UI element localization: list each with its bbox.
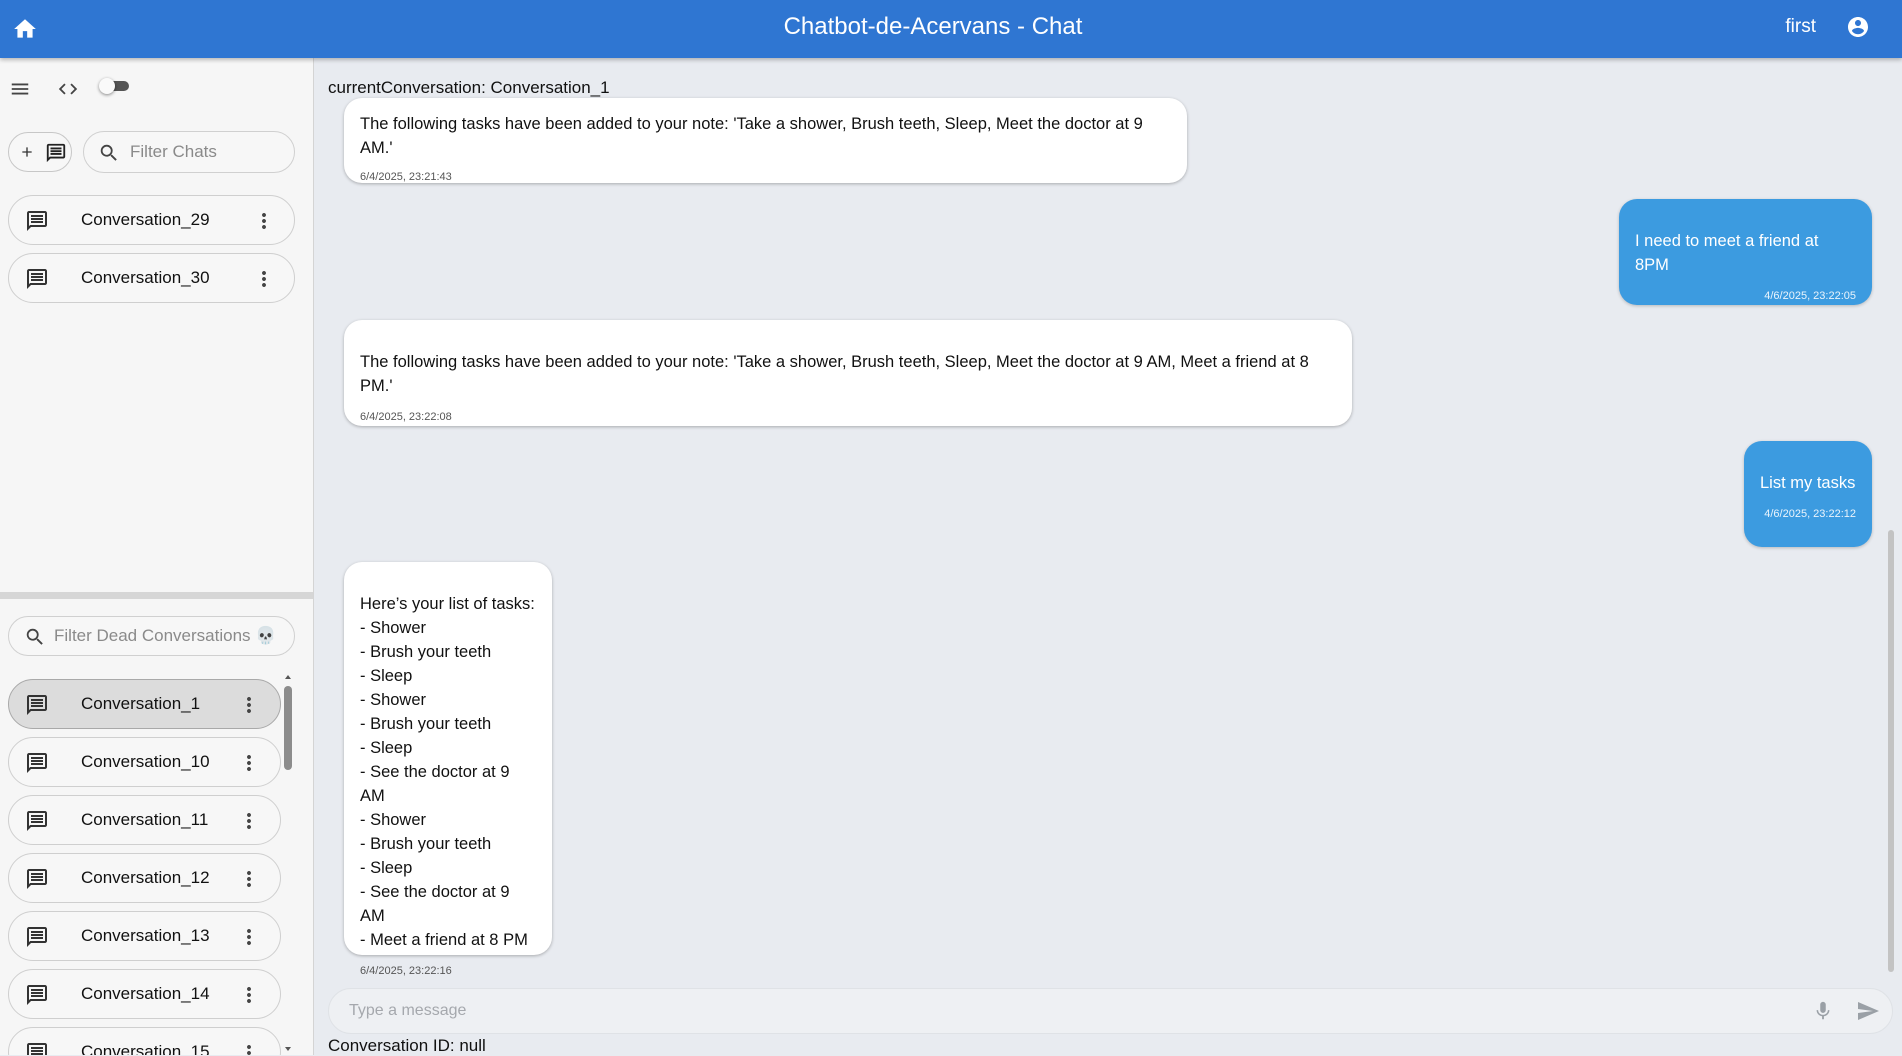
plus-icon xyxy=(22,147,32,157)
dead-conversation-label: Conversation_1 xyxy=(81,694,201,713)
chat-icon xyxy=(27,869,47,889)
dead-conversation-item[interactable]: Conversation_12 xyxy=(8,853,281,903)
chat-icon xyxy=(27,985,47,1005)
message-timestamp: 4/6/2025, 23:22:12 xyxy=(1764,508,1856,520)
more-vert-icon[interactable] xyxy=(237,693,261,717)
chat-area: currentConversation: Conversation_1 The … xyxy=(314,58,1902,1055)
chat-icon xyxy=(27,1043,47,1055)
filter-dead-conversations-input[interactable]: Filter Dead Conversations 💀 xyxy=(8,616,295,656)
page-title: Chatbot-de-Acervans - Chat xyxy=(783,13,1083,40)
scrollbar-thumb[interactable] xyxy=(284,686,292,770)
username-label: first xyxy=(1785,16,1816,37)
bot-message: The following tasks have been added to y… xyxy=(344,98,1187,183)
dead-conversation-label: Conversation_15 xyxy=(81,1042,210,1055)
conversation-id-label: Conversation ID: null xyxy=(328,1036,486,1055)
current-conversation-label: currentConversation: Conversation_1 xyxy=(328,78,610,97)
bot-message: The following tasks have been added to y… xyxy=(344,320,1352,426)
dead-conversation-label: Conversation_10 xyxy=(81,752,210,771)
chat-item-label: Conversation_30 xyxy=(81,268,210,287)
code-icon[interactable] xyxy=(56,78,80,100)
app-bar: Chatbot-de-Acervans - Chat first xyxy=(0,0,1902,58)
filter-chats-placeholder: Filter Chats xyxy=(130,142,217,161)
scroll-down-arrow-icon[interactable] xyxy=(284,1045,292,1053)
search-icon xyxy=(26,628,43,645)
menu-icon[interactable] xyxy=(9,78,31,100)
chat-icon xyxy=(27,211,47,231)
user-message: List my tasks 4/6/2025, 23:22:12 xyxy=(1744,441,1872,547)
message-text: The following tasks have been added to y… xyxy=(360,115,1143,157)
more-vert-icon[interactable] xyxy=(237,983,261,1007)
message-text: I need to meet a friend at 8PM xyxy=(1635,232,1819,274)
more-vert-icon[interactable] xyxy=(237,925,261,949)
chat-item[interactable]: Conversation_30 xyxy=(8,253,295,303)
scroll-up-arrow-icon[interactable] xyxy=(284,673,292,681)
chat-icon xyxy=(27,927,47,947)
more-vert-icon[interactable] xyxy=(237,867,261,891)
dead-conversations-list: Conversation_1 Conversation_10 Conversat… xyxy=(0,673,284,1055)
message-text: The following tasks have been added to y… xyxy=(360,353,1309,395)
dead-conversation-label: Conversation_13 xyxy=(81,926,210,945)
dead-list-scrollbar[interactable] xyxy=(283,673,293,1055)
filter-dead-placeholder: Filter Dead Conversations 💀 xyxy=(54,626,277,645)
user-message: I need to meet a friend at 8PM 4/6/2025,… xyxy=(1619,199,1872,305)
chat-icon xyxy=(46,143,66,163)
new-chat-button[interactable] xyxy=(8,132,72,172)
more-vert-icon[interactable] xyxy=(237,1041,261,1055)
search-icon xyxy=(100,144,117,161)
chat-icon xyxy=(27,269,47,289)
dead-conversation-label: Conversation_11 xyxy=(81,810,209,829)
dead-conversation-item[interactable]: Conversation_14 xyxy=(8,969,281,1019)
chat-item[interactable]: Conversation_29 xyxy=(8,195,295,245)
send-icon[interactable] xyxy=(1856,999,1880,1023)
message-timestamp: 4/6/2025, 23:22:05 xyxy=(1764,290,1856,302)
chat-scrollbar-thumb[interactable] xyxy=(1888,530,1894,972)
filter-chats-input[interactable]: Filter Chats xyxy=(83,131,295,173)
dead-conversation-item[interactable]: Conversation_15 xyxy=(8,1027,281,1055)
message-composer[interactable]: Type a message xyxy=(328,988,1893,1034)
more-vert-icon[interactable] xyxy=(237,809,261,833)
microphone-icon[interactable] xyxy=(1812,1000,1834,1022)
dead-conversation-item[interactable]: Conversation_11 xyxy=(8,795,281,845)
more-vert-icon[interactable] xyxy=(237,751,261,775)
dead-conversation-label: Conversation_14 xyxy=(81,984,210,1003)
toggle-knob[interactable] xyxy=(99,78,115,94)
more-vert-icon[interactable] xyxy=(252,267,276,291)
dead-conversation-label: Conversation_12 xyxy=(81,868,210,887)
message-timestamp: 6/4/2025, 23:22:16 xyxy=(360,965,452,977)
message-text: Here’s your list of tasks: - Shower - Br… xyxy=(360,595,535,949)
message-timestamp: 6/4/2025, 23:22:08 xyxy=(360,411,452,423)
chat-icon xyxy=(27,695,47,715)
chat-item-label: Conversation_29 xyxy=(81,210,210,229)
dead-conversation-item[interactable]: Conversation_1 xyxy=(8,679,281,729)
sidebar-divider xyxy=(0,592,313,599)
account-circle-icon[interactable] xyxy=(1846,15,1870,39)
more-vert-icon[interactable] xyxy=(252,209,276,233)
message-timestamp: 6/4/2025, 23:21:43 xyxy=(360,171,452,183)
dead-conversation-item[interactable]: Conversation_10 xyxy=(8,737,281,787)
message-input-placeholder: Type a message xyxy=(349,1002,467,1019)
bot-message: Here’s your list of tasks: - Shower - Br… xyxy=(344,562,552,977)
chat-icon xyxy=(27,753,47,773)
chat-icon xyxy=(27,811,47,831)
dead-conversation-item[interactable]: Conversation_13 xyxy=(8,911,281,961)
message-text: List my tasks xyxy=(1760,474,1856,492)
